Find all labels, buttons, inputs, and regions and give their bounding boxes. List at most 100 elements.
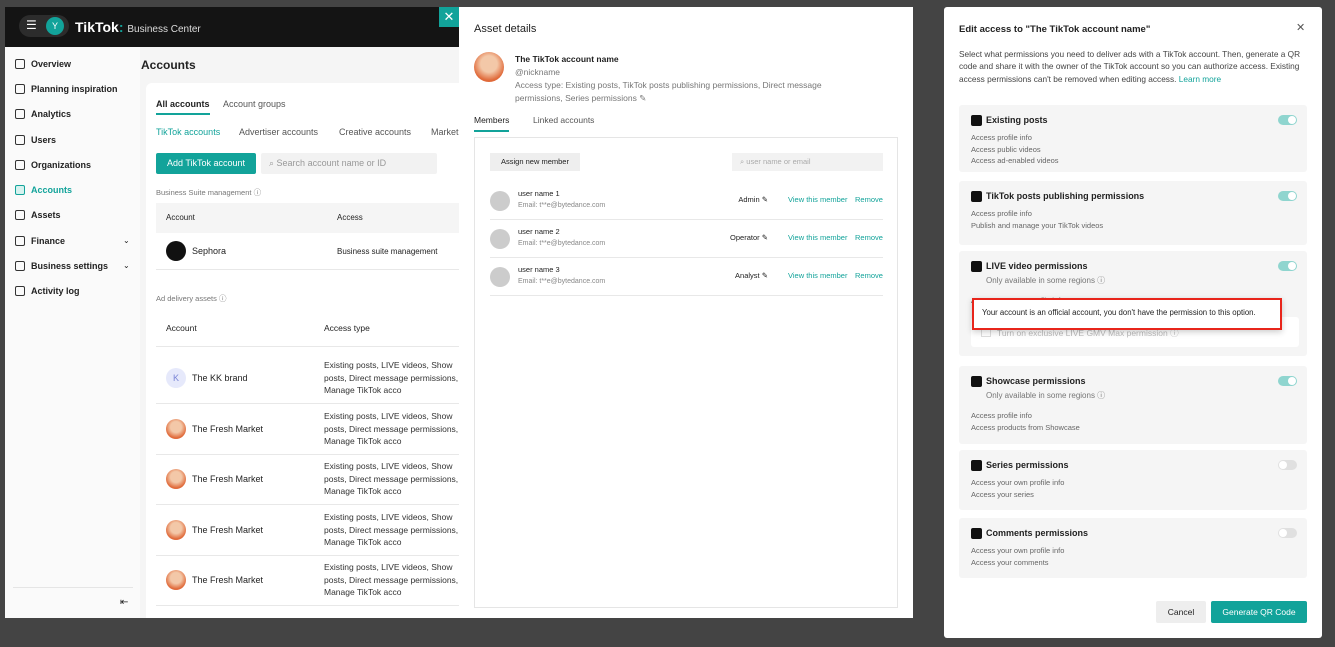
permission-icon <box>971 191 982 202</box>
tab-account-groups[interactable]: Account groups <box>223 99 286 109</box>
modal-title: Edit access to "The TikTok account name" <box>959 24 1151 35</box>
bsm-table-header: Account Access <box>156 203 466 233</box>
regions-note: Only available in some regions ⓘ <box>986 276 1106 285</box>
subtab-creative-accounts[interactable]: Creative accounts <box>339 127 411 137</box>
access-type-value: Existing posts, LIVE videos, Show posts,… <box>324 562 459 597</box>
generate-qr-code-button[interactable]: Generate QR Code <box>1211 601 1307 623</box>
permission-toggle[interactable] <box>1278 115 1297 125</box>
permission-toggle[interactable] <box>1278 191 1297 201</box>
col-account: Account <box>166 323 197 333</box>
edit-access-modal: Edit access to "The TikTok account name"… <box>944 7 1322 638</box>
ada-table-header: Account Access type <box>156 309 466 347</box>
permission-toggle[interactable] <box>1278 261 1297 271</box>
users-icon <box>15 135 25 145</box>
member-row: user name 2 Email: t**e@bytedance.com Op… <box>490 220 883 258</box>
tab-all-accounts[interactable]: All accounts <box>156 99 210 115</box>
access-type: Access type: Existing posts, TikTok post… <box>515 80 822 103</box>
permission-toggle[interactable] <box>1278 460 1297 470</box>
permission-toggle[interactable] <box>1278 528 1297 538</box>
sidebar-item-accounts[interactable]: Accounts <box>15 185 72 195</box>
subtab-tiktok-accounts[interactable]: TikTok accounts <box>156 127 220 137</box>
sidebar-item-overview[interactable]: Overview <box>15 59 71 69</box>
sidebar-item-planning[interactable]: Planning inspiration <box>15 84 118 94</box>
add-tiktok-account-button[interactable]: Add TikTok account <box>156 153 256 174</box>
member-role[interactable]: Analyst ✎ <box>735 271 768 280</box>
divider <box>13 587 133 588</box>
account-name: Sephora <box>192 246 227 256</box>
permission-title: Series permissions <box>986 460 1069 470</box>
permission-section: Existing posts Access profile info Access … <box>959 105 1307 172</box>
permission-bullet: Access ad-enabled videos <box>971 156 1059 165</box>
log-icon <box>15 286 25 296</box>
view-member-link[interactable]: View this member <box>788 233 847 242</box>
view-member-link[interactable]: View this member <box>788 195 847 204</box>
permission-icon <box>971 460 982 471</box>
sidebar-item-organizations[interactable]: Organizations <box>15 160 91 170</box>
permission-icon <box>971 528 982 539</box>
access-value: Business suite management <box>337 247 438 256</box>
subtab-market[interactable]: Market <box>431 127 459 137</box>
permission-title: Existing posts <box>986 115 1048 125</box>
permission-bullet: Access public videos <box>971 144 1041 154</box>
tab-linked-accounts[interactable]: Linked accounts <box>533 115 594 125</box>
hamburger-icon[interactable]: ☰ <box>26 18 37 32</box>
access-type-value: Existing posts, LIVE videos, Show posts,… <box>324 512 459 547</box>
sidebar-item-assets[interactable]: Assets <box>15 210 61 220</box>
permission-section: Showcase permissions Only available in so… <box>959 366 1307 444</box>
cancel-button[interactable]: Cancel <box>1156 601 1206 623</box>
close-panel-button[interactable]: ✕ <box>439 7 459 27</box>
member-role[interactable]: Admin ✎ <box>738 195 768 204</box>
access-type-value: Existing posts, LIVE videos, Show posts,… <box>324 411 459 446</box>
subtab-advertiser-accounts[interactable]: Advertiser accounts <box>239 127 318 137</box>
member-role[interactable]: Operator ✎ <box>730 233 768 242</box>
sidebar-item-analytics[interactable]: Analytics <box>15 109 71 119</box>
account-name: The Fresh Market <box>192 575 264 585</box>
table-row[interactable]: The Fresh Market Existing posts, LIVE vid… <box>156 404 466 455</box>
permission-section: TikTok posts publishing permissions Acces… <box>959 181 1307 245</box>
table-row[interactable]: K The KK brand Existing posts, LIVE videos… <box>156 353 466 404</box>
remove-member-link[interactable]: Remove <box>855 233 883 242</box>
member-row: user name 3 Email: t**e@bytedance.com An… <box>490 258 883 296</box>
tab-members[interactable]: Members <box>474 115 510 132</box>
col-access-type: Access type <box>324 323 370 333</box>
table-row[interactable]: The Fresh Market Existing posts, LIVE vid… <box>156 555 466 606</box>
table-row[interactable]: The Fresh Market Existing posts, LIVE vid… <box>156 454 466 505</box>
asset-details-panel: Asset details The TikTok account name @n… <box>459 7 913 618</box>
panel-title: Asset details <box>474 23 537 35</box>
permission-bullet: Access your own profile info <box>971 478 1065 487</box>
member-avatar <box>490 229 510 249</box>
sidebar-item-activity-log[interactable]: Activity log <box>15 286 80 296</box>
account-avatar <box>166 469 186 489</box>
permission-title: LIVE video permissions <box>986 261 1088 271</box>
members-box: Assign new member ⌕ user name or email u… <box>474 137 898 608</box>
menu-pill[interactable]: ☰ Y <box>19 15 69 37</box>
assets-icon <box>15 210 25 220</box>
table-row[interactable]: Sephora Business suite management <box>156 233 466 270</box>
collapse-sidebar-icon[interactable]: ⇤ <box>120 597 128 608</box>
chevron-down-icon[interactable]: ⌄ <box>123 236 130 245</box>
account-name: The TikTok account name <box>515 54 619 64</box>
member-search-input[interactable]: ⌕ user name or email <box>732 153 883 171</box>
sidebar-item-users[interactable]: Users <box>15 135 56 145</box>
account-search-input[interactable]: ⌕ Search account name or ID <box>261 153 437 174</box>
member-name: user name 1 <box>518 189 560 198</box>
user-avatar[interactable]: Y <box>46 17 64 35</box>
account-avatar <box>166 419 186 439</box>
view-member-link[interactable]: View this member <box>788 271 847 280</box>
edit-icon[interactable]: ✎ <box>639 93 646 103</box>
learn-more-link[interactable]: Learn more <box>1179 74 1221 84</box>
sephora-logo <box>166 241 186 261</box>
access-type-value: Existing posts, LIVE videos, Show posts,… <box>324 360 459 395</box>
account-avatar <box>166 520 186 540</box>
assign-new-member-button[interactable]: Assign new member <box>490 153 580 171</box>
close-modal-icon[interactable]: ✕ <box>1296 21 1305 34</box>
chevron-down-icon[interactable]: ⌄ <box>123 261 130 270</box>
permission-toggle[interactable] <box>1278 376 1297 386</box>
remove-member-link[interactable]: Remove <box>855 271 883 280</box>
remove-member-link[interactable]: Remove <box>855 195 883 204</box>
permission-bullet: Access profile info <box>971 411 1032 420</box>
sidebar-item-business-settings[interactable]: Business settings <box>15 261 108 271</box>
organizations-icon <box>15 160 25 170</box>
table-row[interactable]: The Fresh Market Existing posts, LIVE vid… <box>156 505 466 556</box>
sidebar-item-finance[interactable]: Finance <box>15 236 65 246</box>
